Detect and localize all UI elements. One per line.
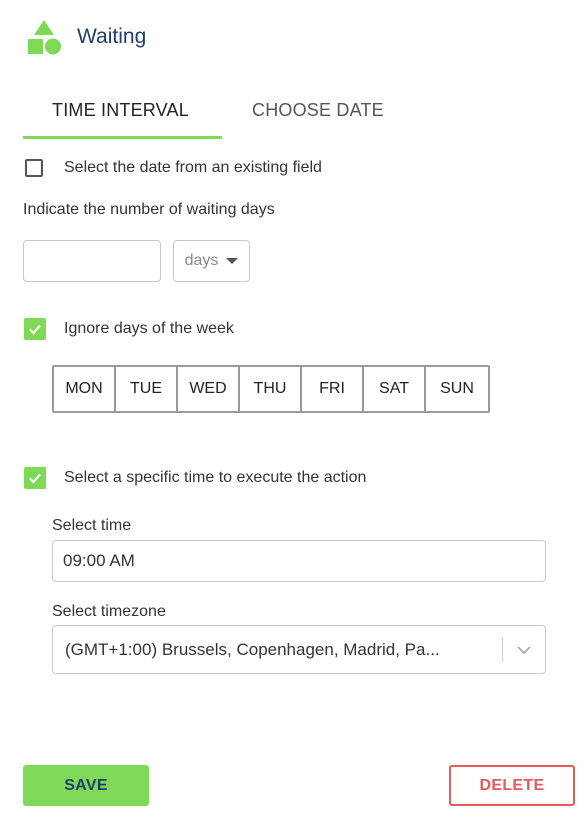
specific-time-checkbox[interactable] bbox=[24, 467, 46, 489]
days-unit-value: days bbox=[184, 252, 219, 269]
page-title: Waiting bbox=[77, 25, 147, 48]
existing-field-label: Select the date from an existing field bbox=[64, 159, 322, 176]
ignore-days-checkbox[interactable] bbox=[24, 318, 46, 340]
waiting-days-label: Indicate the number of waiting days bbox=[23, 201, 275, 218]
select-time-label: Select time bbox=[52, 517, 132, 534]
specific-time-label: Select a specific time to execute the ac… bbox=[64, 469, 367, 486]
checkmark-icon bbox=[29, 324, 41, 335]
shapes-icon bbox=[26, 20, 62, 56]
waiting-days-input[interactable] bbox=[23, 240, 161, 282]
active-tab-indicator bbox=[23, 136, 222, 139]
weekday-thu[interactable]: THU bbox=[240, 367, 302, 411]
save-button[interactable]: SAVE bbox=[23, 765, 149, 806]
tab-choose-date[interactable]: CHOOSE DATE bbox=[252, 100, 384, 121]
timezone-select[interactable]: (GMT+1:00) Brussels, Copenhagen, Madrid,… bbox=[52, 625, 546, 674]
caret-down-icon bbox=[226, 258, 239, 264]
days-unit-select[interactable]: days bbox=[173, 240, 250, 282]
timezone-value: (GMT+1:00) Brussels, Copenhagen, Madrid,… bbox=[65, 639, 440, 659]
weekday-selector: MON TUE WED THU FRI SAT SUN bbox=[52, 365, 490, 413]
weekday-tue[interactable]: TUE bbox=[116, 367, 178, 411]
select-timezone-label: Select timezone bbox=[52, 603, 166, 620]
ignore-days-label: Ignore days of the week bbox=[64, 320, 234, 337]
time-input[interactable]: 09:00 AM bbox=[52, 540, 546, 582]
weekday-wed[interactable]: WED bbox=[178, 367, 240, 411]
weekday-fri[interactable]: FRI bbox=[302, 367, 364, 411]
weekday-sun[interactable]: SUN bbox=[426, 367, 488, 411]
existing-field-checkbox[interactable] bbox=[25, 159, 43, 177]
delete-button[interactable]: DELETE bbox=[449, 765, 575, 806]
checkmark-icon bbox=[29, 473, 41, 484]
weekday-mon[interactable]: MON bbox=[54, 367, 116, 411]
tab-time-interval[interactable]: TIME INTERVAL bbox=[52, 100, 189, 121]
weekday-sat[interactable]: SAT bbox=[364, 367, 426, 411]
chevron-down-icon[interactable] bbox=[503, 645, 545, 655]
